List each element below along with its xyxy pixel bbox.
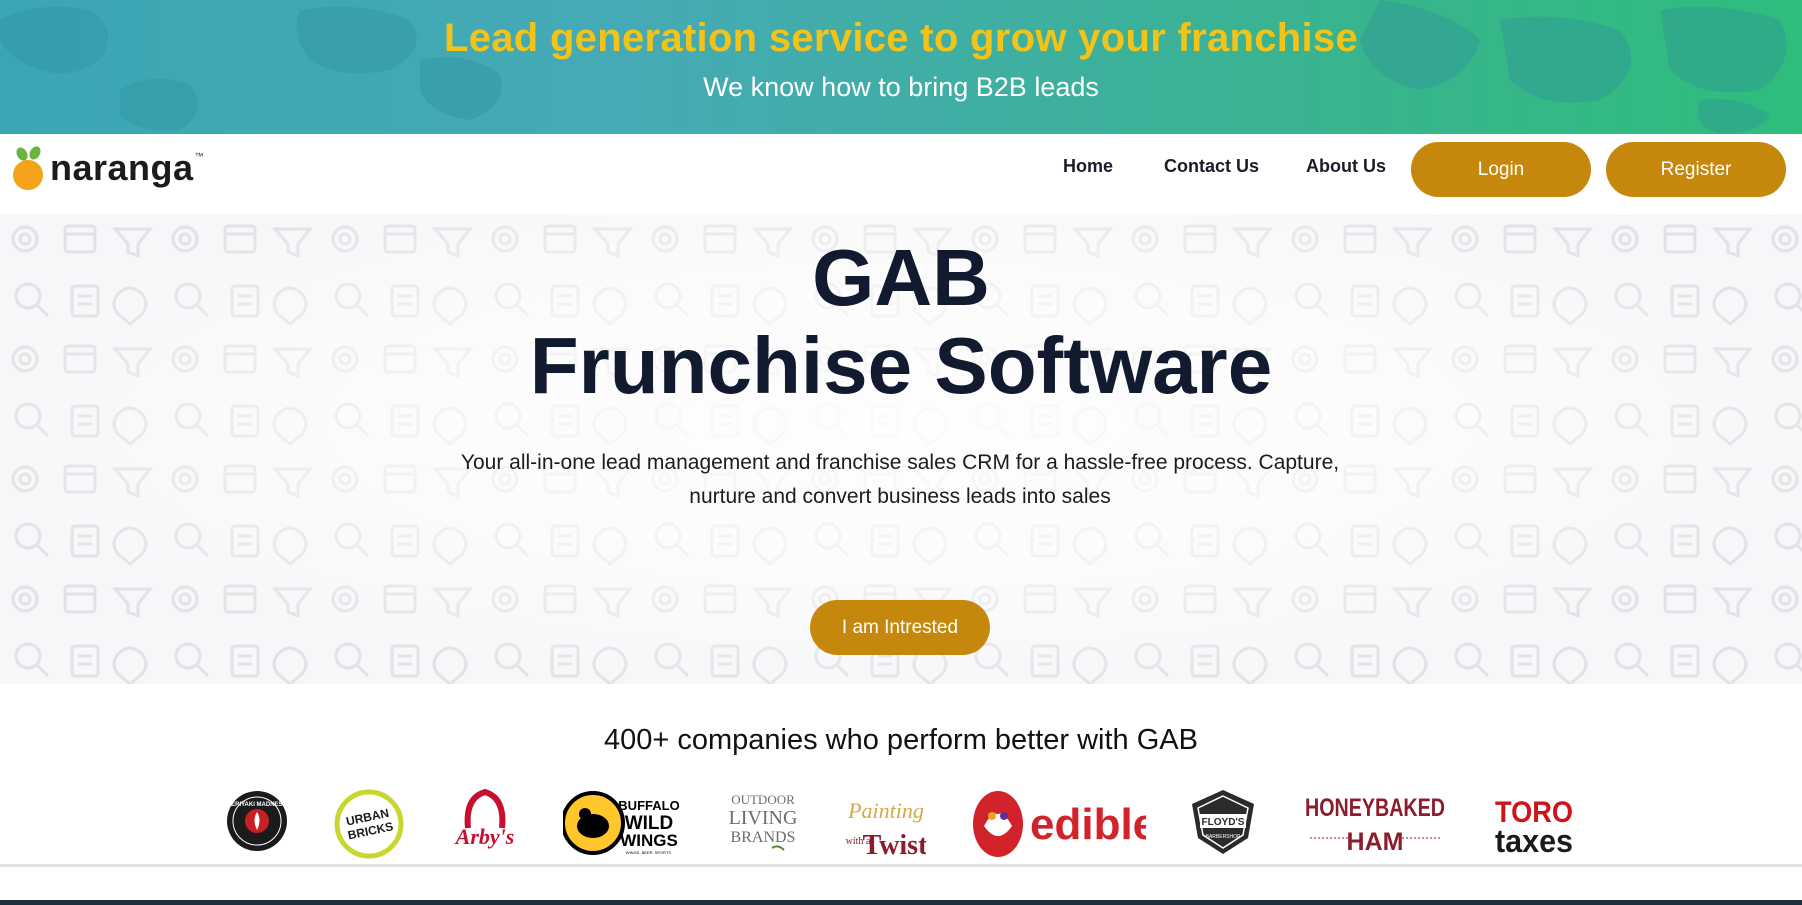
companies-heading: 400+ companies who perform better with G…	[604, 724, 1198, 756]
buffalo-wild-wings-logo: BUFFALO WILD WINGS WINGS. BEER. SPORTS.	[563, 788, 681, 858]
toro-taxes-logo: TORO taxes	[1490, 790, 1578, 856]
banner-title: Lead generation service to grow your fra…	[443, 16, 1359, 60]
hero-section: GAB Frunchise Software Your all-in-one l…	[0, 214, 1802, 684]
painting-text-3: Twist	[863, 830, 926, 861]
footer-edge	[0, 900, 1802, 905]
hero-title-line1: GAB	[812, 233, 990, 322]
promo-banner: Lead generation service to grow your fra…	[0, 0, 1802, 134]
honeybaked-ham-logo: HONEYBAKED HAM	[1300, 792, 1450, 854]
floyds-text-2: BARBERSHOP	[1206, 834, 1241, 840]
floyds-text-1: FLOYD'S	[1202, 817, 1245, 828]
hero-description: Your all-in-one lead management and fran…	[460, 451, 1340, 508]
banner-subtitle: We know how to bring B2B leads	[703, 72, 1099, 102]
naranga-logo[interactable]: naranga ™	[12, 144, 204, 192]
painting-text-1: Painting	[847, 798, 924, 823]
nav-about-link[interactable]: About Us	[1306, 156, 1386, 177]
teriyaki-logo-text: TERIYAKI MADNESS	[227, 802, 286, 808]
nav-contact-link[interactable]: Contact Us	[1164, 156, 1259, 177]
urban-bricks-logo: URBAN BRICKS	[334, 789, 404, 859]
teriyaki-madness-logo: TERIYAKI MADNESS	[226, 790, 288, 852]
register-button[interactable]: Register	[1606, 142, 1786, 197]
painting-with-a-twist-logo: Painting with a Twist	[840, 786, 926, 862]
honeybaked-text-2: HAM	[1347, 828, 1404, 854]
companies-section: 400+ companies who perform better with G…	[0, 684, 1802, 864]
outdoor-text-3: BRANDS	[731, 829, 796, 846]
toro-text-2: taxes	[1495, 823, 1573, 856]
interested-button[interactable]: I am Intrested	[810, 600, 990, 655]
hero-title-line2: Frunchise Software	[529, 321, 1273, 410]
outdoor-text-2: LIVING	[729, 807, 798, 829]
edible-text: edible	[1030, 800, 1146, 849]
arbys-text: Arby's	[454, 824, 515, 849]
bww-text-3: WINGS	[620, 831, 678, 850]
company-logo-strip: TERIYAKI MADNESS URBAN BRICKS Arby's BUF…	[0, 780, 1802, 864]
floyds-barbershop-logo: FLOYD'S BARBERSHOP	[1188, 788, 1258, 856]
logo-trademark: ™	[194, 151, 204, 161]
login-button[interactable]: Login	[1411, 142, 1591, 197]
bww-text-1: BUFFALO	[618, 798, 679, 813]
section-divider	[0, 864, 1802, 867]
bww-tagline: WINGS. BEER. SPORTS.	[626, 850, 672, 855]
honeybaked-text-1: HONEYBAKED	[1305, 794, 1445, 822]
orange-fruit-icon	[13, 146, 43, 190]
logo-text: naranga	[50, 147, 194, 188]
arbys-logo: Arby's	[450, 788, 520, 860]
outdoor-text-1: OUTDOOR	[731, 792, 795, 807]
navbar: naranga ™ Home Contact Us About Us Login…	[0, 134, 1802, 214]
outdoor-living-brands-logo: OUTDOOR LIVING BRANDS	[722, 786, 804, 858]
nav-home-link[interactable]: Home	[1063, 156, 1113, 177]
edible-logo: edible	[970, 788, 1146, 860]
